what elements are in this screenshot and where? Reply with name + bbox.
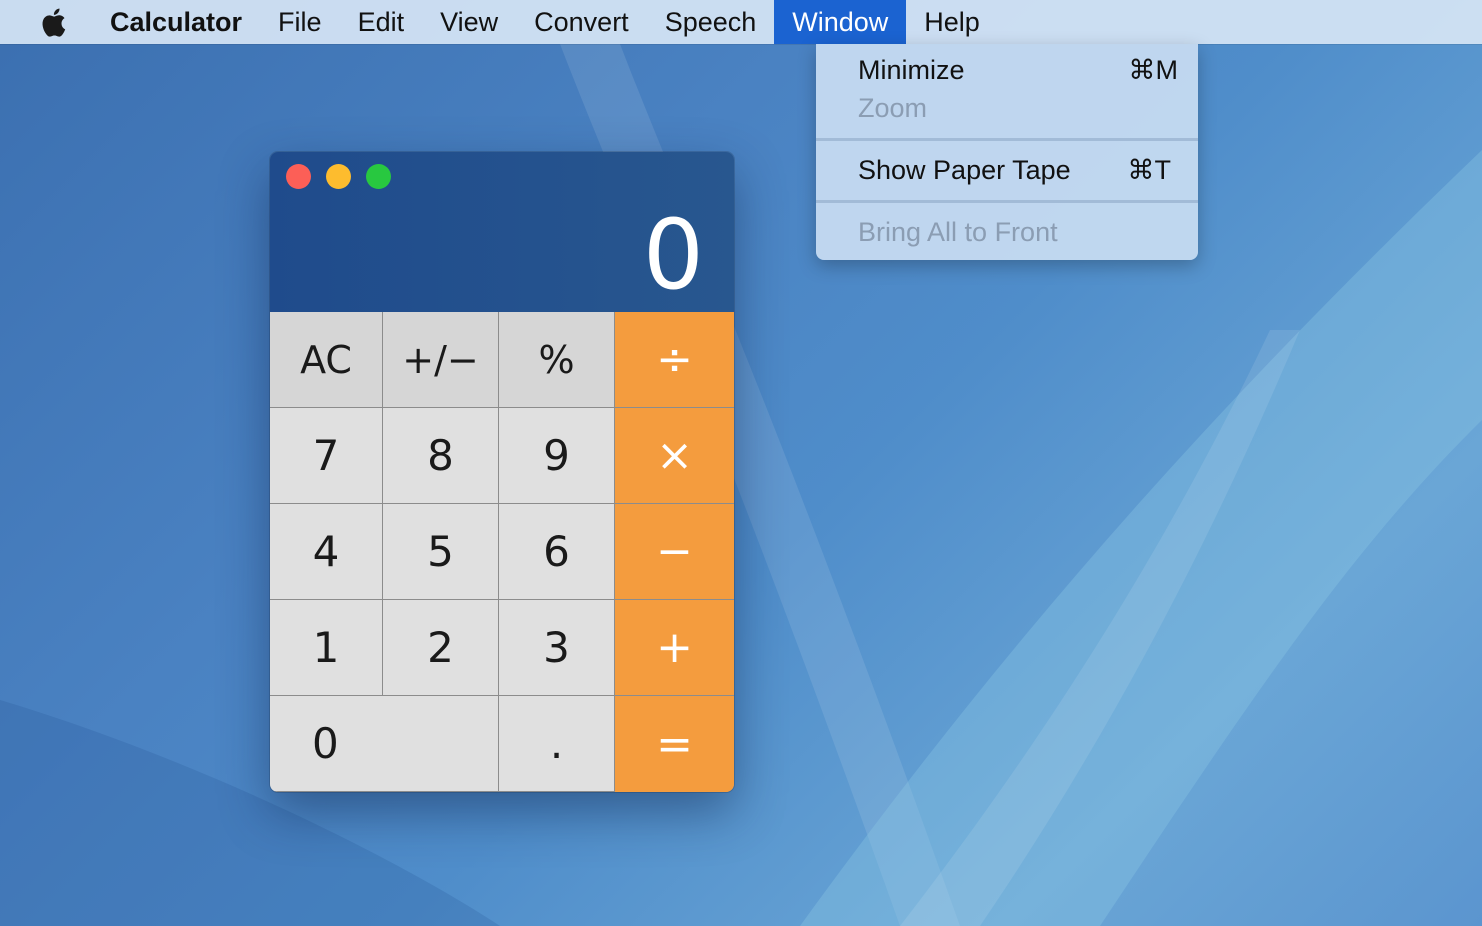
key-0[interactable]: 0: [270, 696, 499, 792]
calculator-display: 0: [270, 152, 734, 312]
keypad: AC +/− % ÷ 7 8 9 × 4 5 6 − 1 2 3 + 0 . =: [270, 312, 734, 792]
shortcut-label: ⌘T: [1127, 154, 1172, 185]
key-8[interactable]: 8: [383, 408, 499, 504]
key-plus-minus[interactable]: +/−: [383, 312, 499, 408]
menu-convert[interactable]: Convert: [516, 0, 647, 44]
apple-logo-icon: [42, 8, 66, 37]
key-multiply[interactable]: ×: [615, 408, 734, 504]
menu-separator: [816, 138, 1198, 141]
window-controls: [286, 164, 391, 189]
key-plus[interactable]: +: [615, 600, 734, 696]
key-4[interactable]: 4: [270, 504, 383, 600]
key-2[interactable]: 2: [383, 600, 499, 696]
apple-menu[interactable]: [35, 0, 75, 44]
key-percent[interactable]: %: [499, 312, 615, 408]
zoom-button[interactable]: [366, 164, 391, 189]
desktop-wallpaper: [0, 0, 1482, 926]
menu-file[interactable]: File: [260, 0, 340, 44]
calculator-window: 0 AC +/− % ÷ 7 8 9 × 4 5 6 − 1 2 3 + 0 .…: [270, 152, 734, 792]
key-minus[interactable]: −: [615, 504, 734, 600]
minimize-button[interactable]: [326, 164, 351, 189]
menu-item-label: Minimize: [858, 54, 965, 85]
menu-item-zoom: Zoom: [816, 89, 1198, 127]
menu-item-label: Zoom: [858, 92, 928, 123]
key-5[interactable]: 5: [383, 504, 499, 600]
menu-item-label: Show Paper Tape: [858, 154, 1071, 185]
menu-edit[interactable]: Edit: [340, 0, 423, 44]
close-button[interactable]: [286, 164, 311, 189]
menu-separator: [816, 200, 1198, 203]
key-3[interactable]: 3: [499, 600, 615, 696]
menu-item-label: Bring All to Front: [858, 216, 1058, 247]
menu-speech[interactable]: Speech: [647, 0, 775, 44]
menu-view[interactable]: View: [422, 0, 516, 44]
key-ac[interactable]: AC: [270, 312, 383, 408]
key-equals[interactable]: =: [615, 696, 734, 792]
menu-item-bring-all-to-front: Bring All to Front: [816, 213, 1198, 251]
shortcut-label: ⌘M: [1128, 54, 1179, 85]
menu-window[interactable]: Window: [774, 0, 907, 44]
key-divide[interactable]: ÷: [615, 312, 734, 408]
key-7[interactable]: 7: [270, 408, 383, 504]
key-decimal[interactable]: .: [499, 696, 615, 792]
menu-app-calculator[interactable]: Calculator: [92, 0, 260, 44]
menu-item-minimize[interactable]: Minimize ⌘M: [816, 51, 1198, 89]
key-1[interactable]: 1: [270, 600, 383, 696]
display-value: 0: [642, 199, 704, 311]
menu-help[interactable]: Help: [906, 0, 998, 44]
key-9[interactable]: 9: [499, 408, 615, 504]
key-6[interactable]: 6: [499, 504, 615, 600]
menu-item-show-paper-tape[interactable]: Show Paper Tape ⌘T: [816, 151, 1198, 189]
wallpaper-graphic: [0, 44, 1482, 926]
window-menu-dropdown: Minimize ⌘M Zoom Show Paper Tape ⌘T Brin…: [816, 44, 1198, 260]
menu-bar: Calculator File Edit View Convert Speech…: [0, 0, 1482, 44]
